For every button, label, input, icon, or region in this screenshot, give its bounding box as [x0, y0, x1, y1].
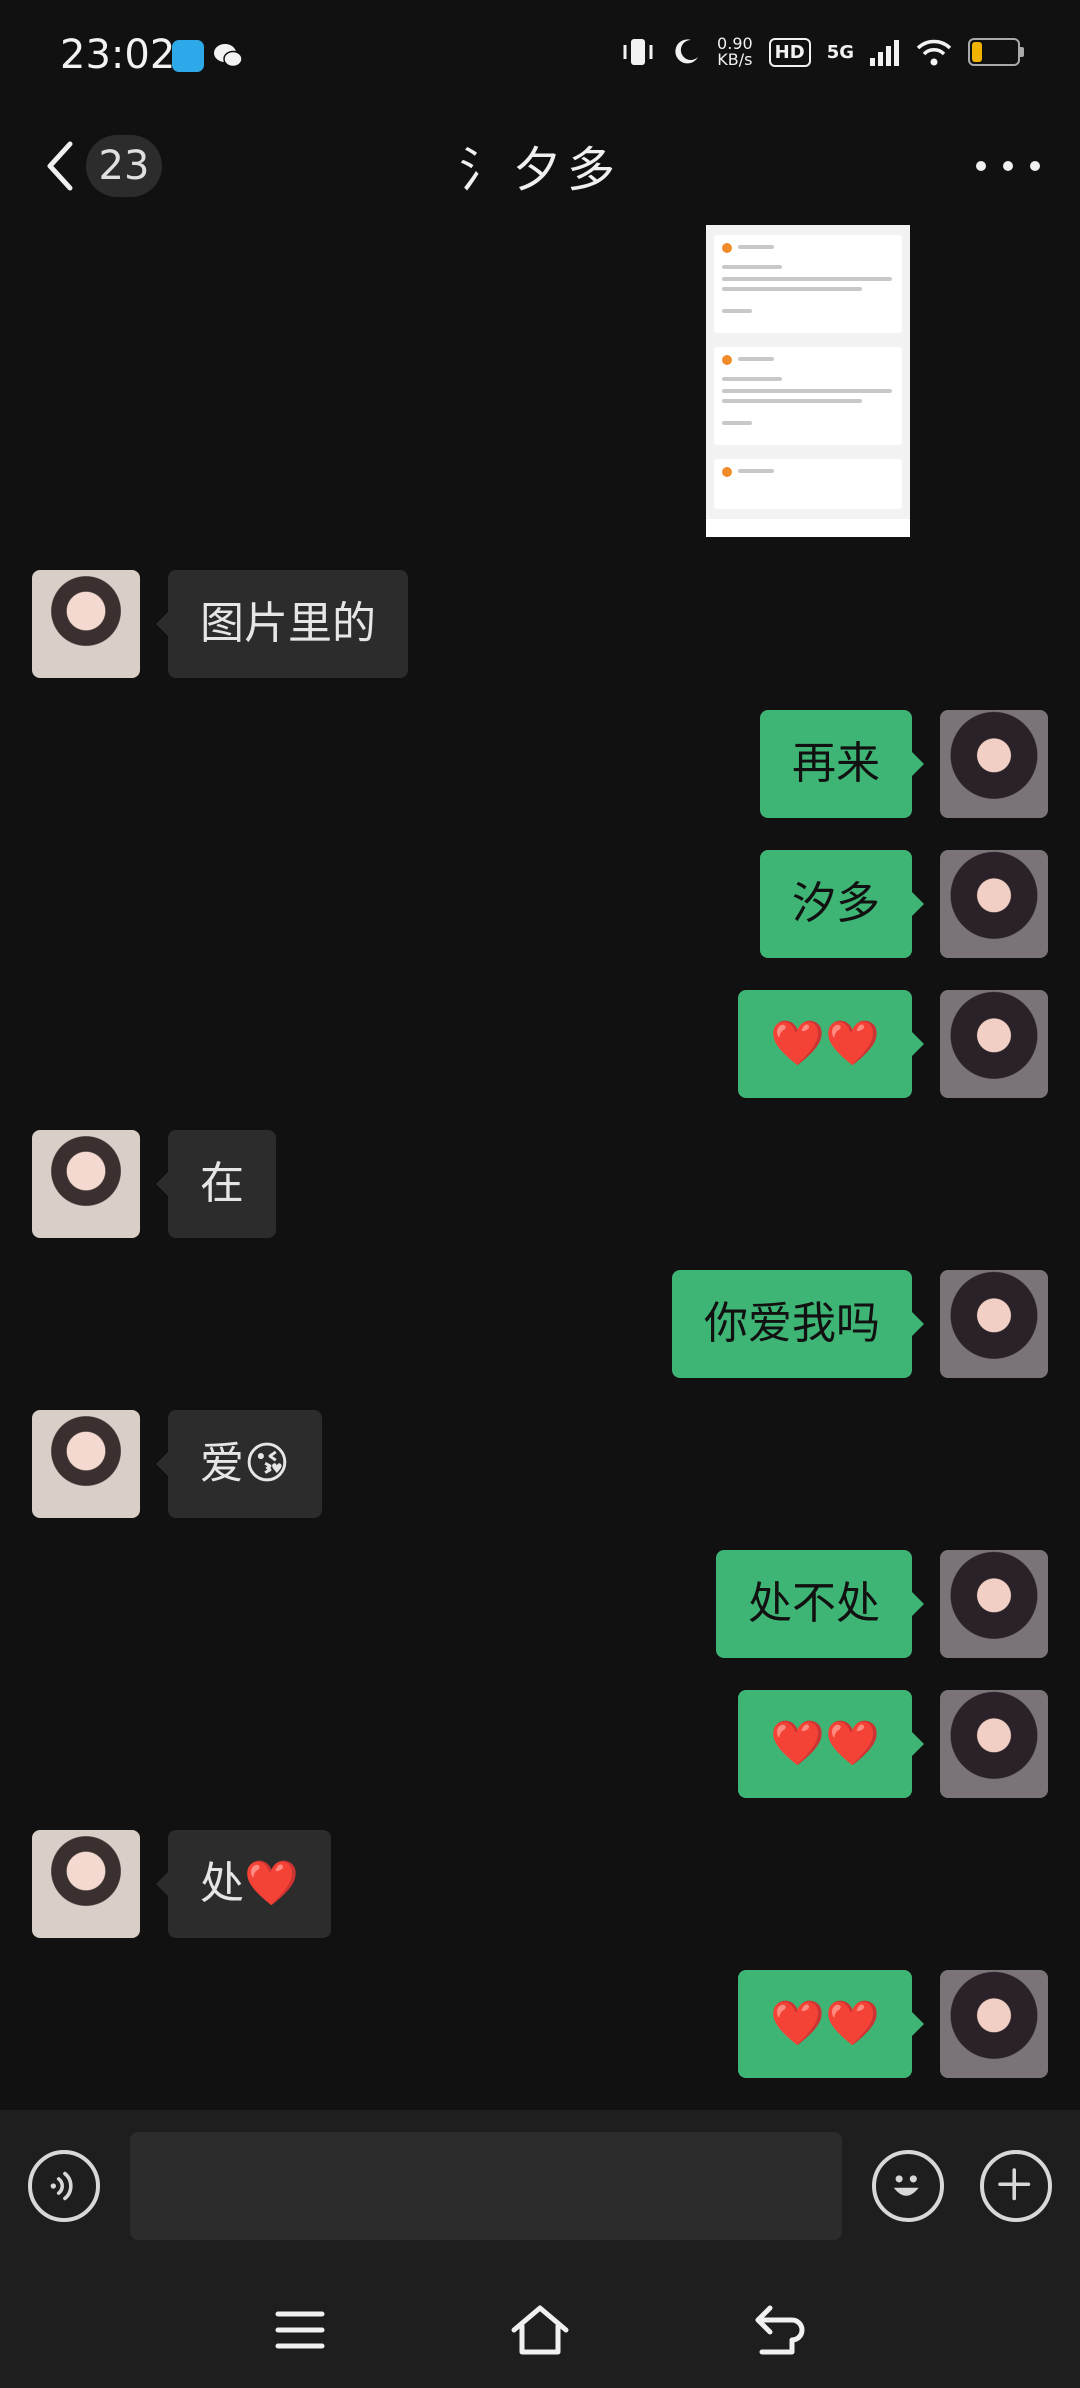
message-bubble[interactable]: 再来: [760, 710, 924, 818]
avatar[interactable]: [940, 1270, 1048, 1378]
network-speed-unit: KB/s: [717, 50, 753, 69]
status-icons: 0.90 KB/s HD 5G: [621, 36, 1024, 68]
avatar[interactable]: [940, 1690, 1048, 1798]
status-time: 23:02: [60, 32, 176, 78]
input-bar: [0, 2110, 1080, 2270]
menu-icon[interactable]: [270, 2300, 330, 2360]
message-bubble[interactable]: 你爱我吗: [672, 1270, 924, 1378]
more-button[interactable]: [976, 146, 1040, 186]
smiley-icon[interactable]: [872, 2150, 944, 2222]
thumbnail-card: [714, 347, 902, 445]
message-bubble[interactable]: 图片里的: [156, 570, 408, 678]
wifi-icon: [916, 39, 952, 66]
battery-icon: [968, 38, 1024, 66]
network-type-label: 5G: [826, 41, 854, 63]
avatar[interactable]: [940, 710, 1048, 818]
message-row-sent: 再来: [0, 710, 1080, 818]
message-bubble[interactable]: ❤️❤️: [738, 1970, 924, 2078]
network-speed: 0.90 KB/s: [717, 36, 753, 68]
status-bar: 23:02 0.90 KB/s HD 5G: [0, 0, 1080, 120]
message-bubble[interactable]: 处❤️: [156, 1830, 331, 1938]
message-row-received: 在: [0, 1130, 1080, 1238]
avatar[interactable]: [32, 1830, 140, 1938]
chat-header: 23 氵夕多: [0, 120, 1080, 220]
signal-icon: [870, 40, 899, 66]
message-row-received: 图片里的: [0, 570, 1080, 678]
message-bubble[interactable]: 汐多: [760, 850, 924, 958]
app-notification-icon: [172, 40, 204, 72]
home-icon[interactable]: [510, 2300, 570, 2360]
message-row-sent: ❤️❤️: [0, 1690, 1080, 1798]
avatar[interactable]: [32, 570, 140, 678]
message-row-sent: ❤️❤️: [0, 990, 1080, 1098]
plus-circle-icon[interactable]: [980, 2150, 1052, 2222]
message-row-received: 爱😘: [0, 1410, 1080, 1518]
avatar[interactable]: [32, 1410, 140, 1518]
avatar[interactable]: [940, 850, 1048, 958]
message-bubble[interactable]: ❤️❤️: [738, 1690, 924, 1798]
thumbnail-card: [714, 235, 902, 333]
message-bubble[interactable]: ❤️❤️: [738, 990, 924, 1098]
message-row-received: 处❤️: [0, 1830, 1080, 1938]
chat-title: 氵夕多: [458, 142, 621, 198]
vibrate-icon: [623, 39, 653, 65]
message-input[interactable]: [130, 2132, 842, 2240]
avatar[interactable]: [940, 1970, 1048, 2078]
voice-icon[interactable]: [28, 2150, 100, 2222]
avatar[interactable]: [32, 1130, 140, 1238]
chevron-left-icon[interactable]: [40, 134, 80, 198]
image-message[interactable]: [706, 225, 910, 537]
back-icon[interactable]: [750, 2300, 810, 2360]
thumbnail-card: [714, 459, 902, 509]
message-row-sent: ❤️❤️: [0, 1970, 1080, 2078]
system-navigation-bar: [0, 2270, 1080, 2388]
message-row-sent: 你爱我吗: [0, 1270, 1080, 1378]
message-list[interactable]: 图片里的 再来 汐多 ❤️❤️ 在 你爱我吗 爱😘 处不处 ❤️❤️ 处❤️ ❤…: [0, 220, 1080, 2110]
unread-count-badge[interactable]: 23: [86, 135, 162, 197]
hd-badge: HD: [768, 37, 811, 67]
ellipsis-icon: [976, 161, 986, 171]
message-bubble[interactable]: 在: [156, 1130, 276, 1238]
message-bubble[interactable]: 处不处: [716, 1550, 924, 1658]
avatar[interactable]: [940, 1550, 1048, 1658]
message-row-sent: 处不处: [0, 1550, 1080, 1658]
message-row-sent: 汐多: [0, 850, 1080, 958]
wechat-notification-icon: [214, 44, 243, 68]
moon-icon: [675, 39, 699, 64]
message-bubble[interactable]: 爱😘: [156, 1410, 322, 1518]
avatar[interactable]: [940, 990, 1048, 1098]
